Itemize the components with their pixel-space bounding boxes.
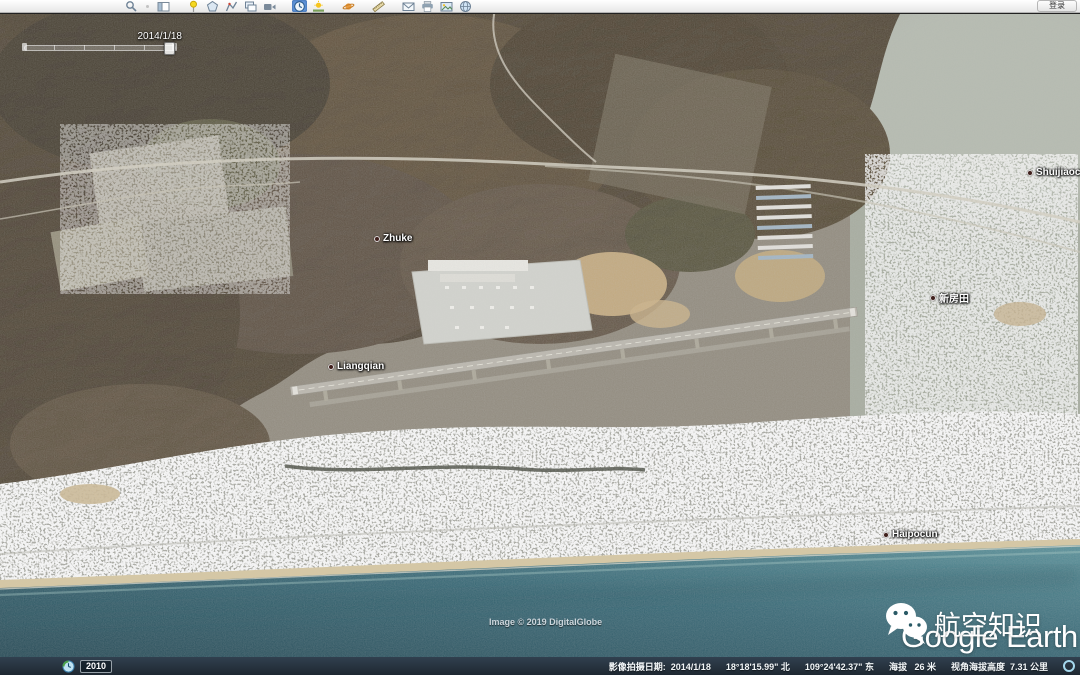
place-label: Haipocun <box>883 529 938 540</box>
record-tour-icon[interactable] <box>262 0 277 12</box>
place-marker-icon <box>374 235 380 242</box>
place-marker-icon <box>930 294 936 301</box>
search-icon[interactable] <box>124 0 139 12</box>
place-marker-icon <box>1027 169 1033 176</box>
ruler-icon[interactable] <box>371 0 386 12</box>
wechat-icon <box>882 598 930 653</box>
time-slider-handle[interactable] <box>164 42 175 55</box>
place-label: 新房田 <box>930 290 969 305</box>
add-path-icon[interactable] <box>224 0 239 12</box>
add-polygon-icon[interactable] <box>205 0 220 12</box>
time-slider-start-cap[interactable] <box>22 43 27 51</box>
toolbar: 登录 <box>0 0 1080 13</box>
longitude-readout: 109°24'42.37" 东 <box>804 661 874 672</box>
historical-imagery-icon[interactable] <box>292 0 307 12</box>
email-icon[interactable] <box>401 0 416 12</box>
sunlight-icon[interactable] <box>311 0 326 12</box>
add-image-overlay-icon[interactable] <box>243 0 258 12</box>
place-label: Shuijiaocun <box>1027 167 1080 178</box>
eye-altitude-readout: 视角海拔高度 7.31 公里 <box>950 661 1048 672</box>
elevation-readout: 海拔 26 米 <box>888 661 936 672</box>
time-slider[interactable]: 2014/1/18 <box>22 31 184 59</box>
wechat-watermark-text: 航空知识 <box>934 611 1042 641</box>
oldest-imagery-year: 2010 <box>80 659 113 673</box>
toolbar-separator <box>146 4 149 8</box>
add-placemark-icon[interactable] <box>186 0 201 12</box>
place-label: Zhuke <box>374 233 412 244</box>
switch-planet-icon[interactable] <box>341 0 356 12</box>
latitude-readout: 18°18'15.99" 北 <box>725 661 790 672</box>
save-image-icon[interactable] <box>439 0 454 12</box>
place-label: Liangqian <box>328 361 384 372</box>
imagery-date-readout: 影像拍摄日期: 2014/1/18 <box>608 661 711 672</box>
place-marker-icon <box>328 363 334 370</box>
print-icon[interactable] <box>420 0 435 12</box>
history-clock-icon <box>62 659 75 673</box>
status-bar: 2010 影像拍摄日期: 2014/1/18 18°18'15.99" 北 10… <box>0 657 1080 675</box>
imagery-attribution: Image © 2019 DigitalGlobe <box>489 617 603 627</box>
streaming-indicator-icon <box>1063 660 1075 672</box>
view-in-google-maps-icon[interactable] <box>458 0 473 12</box>
time-slider-date: 2014/1/18 <box>137 31 183 42</box>
place-marker-icon <box>883 531 889 538</box>
map-viewport[interactable]: 2014/1/18 Zhuke Liangqian Haipocun Shuij… <box>0 14 1080 657</box>
login-button[interactable]: 登录 <box>1037 0 1077 12</box>
satellite-imagery[interactable] <box>0 14 1080 657</box>
google-earth-window: 登录 2014/1/18 Zhuke Liangqian Haipocun Sh… <box>0 0 1080 675</box>
toggle-sidebar-icon[interactable] <box>156 0 171 12</box>
time-slider-track[interactable] <box>24 45 176 51</box>
